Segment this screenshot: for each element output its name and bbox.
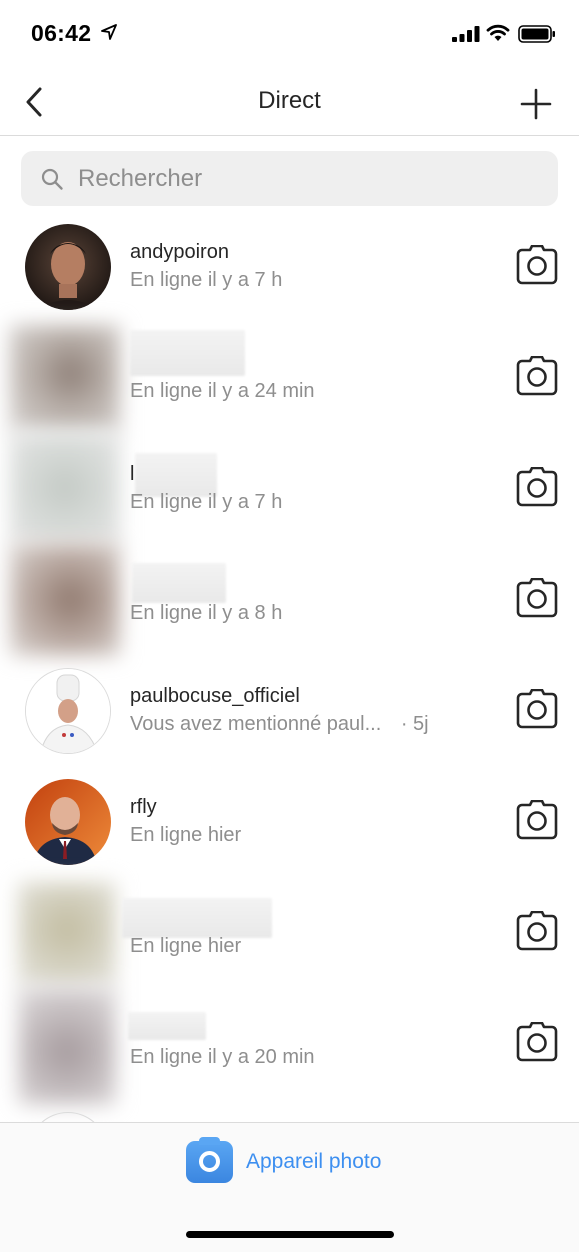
conversation-status: Vous avez mentionné paul... · 5j xyxy=(130,713,429,736)
conversation-list: andypoiron En ligne il y a 7 h En ligne … xyxy=(0,210,579,1122)
home-indicator[interactable] xyxy=(186,1231,394,1238)
camera-icon[interactable] xyxy=(516,1022,558,1062)
conversation-name: paulbocuse_officiel xyxy=(130,685,300,707)
conversation-status: En ligne il y a 8 h xyxy=(130,602,283,624)
avatar xyxy=(10,543,120,656)
conversation-status: En ligne hier xyxy=(130,824,242,846)
page-title: Direct xyxy=(258,87,321,114)
conversation-row[interactable]: En ligne il y a 20 min xyxy=(0,987,579,1105)
avatar-photo xyxy=(25,224,111,310)
conversation-status: En ligne il y a 7 h xyxy=(130,491,283,513)
camera-icon[interactable] xyxy=(516,356,558,396)
camera-icon[interactable] xyxy=(516,578,558,618)
avatar xyxy=(28,1112,108,1122)
avatar xyxy=(18,882,116,987)
conversation-name: l xyxy=(130,463,135,485)
blurred-name xyxy=(128,1012,206,1040)
camera-icon[interactable] xyxy=(516,911,558,951)
blurred-name xyxy=(130,330,245,376)
camera-icon[interactable] xyxy=(516,467,558,507)
search-icon xyxy=(41,168,63,190)
conversation-row[interactable]: paulbocuse_officiel Vous avez mentionné … xyxy=(0,654,579,765)
blurred-name xyxy=(122,898,272,938)
conversation-time: · 5j xyxy=(400,713,429,735)
avatar xyxy=(10,432,120,543)
new-message-button[interactable] xyxy=(514,82,558,126)
nav-bar: Direct xyxy=(0,70,579,136)
conversation-row[interactable]: En ligne il y a 8 h xyxy=(0,543,579,656)
conversation-row[interactable]: rfly En ligne hier xyxy=(0,765,579,876)
wifi-icon xyxy=(486,24,510,41)
camera-label: Appareil photo xyxy=(246,1150,382,1173)
conversation-row[interactable]: En ligne hier xyxy=(0,876,579,987)
location-arrow-icon xyxy=(101,24,117,40)
conversation-status: En ligne il y a 20 min xyxy=(130,1046,315,1068)
battery-icon xyxy=(518,25,555,43)
conversation-name: rfly xyxy=(130,796,157,818)
conversation-row[interactable]: En ligne il y a 24 min xyxy=(0,321,579,432)
avatar xyxy=(10,325,120,432)
conversation-preview: Vous avez mentionné paul... xyxy=(130,713,382,735)
camera-button[interactable]: Appareil photo xyxy=(186,1137,382,1183)
conversation-status: En ligne il y a 24 min xyxy=(130,380,315,402)
avatar xyxy=(25,668,111,754)
status-time: 06:42 xyxy=(31,20,92,46)
avatar xyxy=(25,779,111,865)
plus-icon xyxy=(520,88,552,120)
camera-icon xyxy=(186,1137,233,1183)
avatar xyxy=(25,224,111,310)
search-input[interactable] xyxy=(78,164,518,193)
conversation-status: En ligne il y a 7 h xyxy=(130,269,283,291)
blurred-name xyxy=(132,563,226,603)
avatar-photo xyxy=(26,669,110,753)
status-bar: 06:42 xyxy=(0,0,579,70)
search-box[interactable] xyxy=(21,151,558,206)
camera-icon[interactable] xyxy=(516,689,558,729)
conversation-status: En ligne hier xyxy=(130,935,242,957)
conversation-name: andypoiron xyxy=(130,241,229,263)
avatar xyxy=(18,987,116,1105)
camera-icon[interactable] xyxy=(516,245,558,285)
signal-icon xyxy=(452,26,480,42)
conversation-row[interactable]: l En ligne il y a 7 h xyxy=(0,432,579,543)
camera-icon[interactable] xyxy=(516,800,558,840)
conversation-row[interactable]: andypoiron En ligne il y a 7 h xyxy=(0,210,579,321)
avatar-photo xyxy=(25,779,111,865)
